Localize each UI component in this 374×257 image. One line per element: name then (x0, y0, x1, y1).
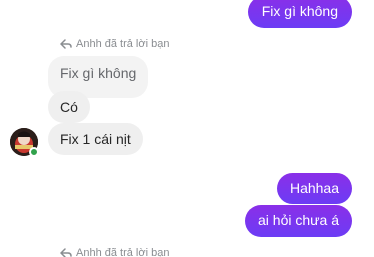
outgoing-message-bubble[interactable]: ai hỏi chưa á (245, 205, 352, 237)
outgoing-message-bubble[interactable]: Fix gì không (247, 0, 352, 28)
incoming-message-bubble[interactable]: Có (48, 91, 90, 123)
reply-indicator: Anhh đã trả lời bạn (60, 38, 169, 50)
reply-arrow-icon (60, 248, 72, 257)
reply-arrow-icon (60, 39, 72, 49)
message-text: Hahhaa (289, 180, 339, 196)
message-text: Có (60, 99, 78, 115)
reply-indicator-text: Anhh đã trả lời bạn (76, 247, 170, 257)
reply-indicator-text: Anhh đã trả lời bạn (76, 38, 170, 50)
outgoing-message-bubble[interactable]: Hahhaa (276, 173, 352, 204)
message-text: ai hỏi chưa á (258, 212, 339, 228)
message-text: Fix 1 cái nịt (60, 131, 131, 147)
online-status-icon (29, 147, 39, 157)
quoted-message-text: Fix gì không (60, 65, 137, 81)
incoming-message-bubble[interactable]: Fix 1 cái nịt (48, 123, 143, 155)
reply-indicator: Anhh đã trả lời bạn (60, 247, 169, 257)
message-text: Fix gì không (261, 3, 338, 19)
